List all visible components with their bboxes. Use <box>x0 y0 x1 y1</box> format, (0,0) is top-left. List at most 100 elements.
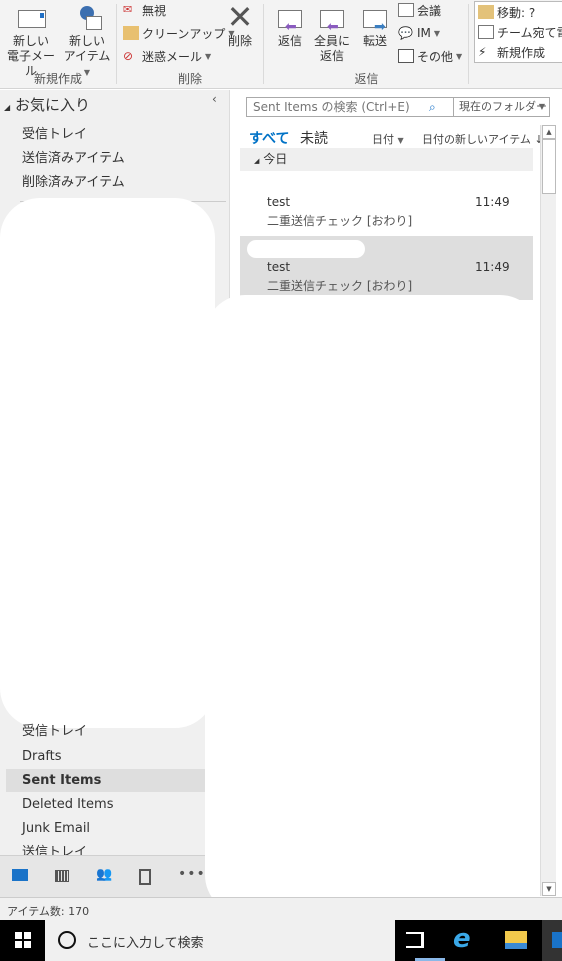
quick-step-team-label: チーム宛て電子 <box>497 25 562 40</box>
redacted-area <box>0 198 215 728</box>
quick-step-team[interactable]: チーム宛て電子 <box>478 23 562 41</box>
message-subject: test <box>267 260 291 274</box>
favorites-header[interactable]: ◢ お気に入り <box>4 94 90 115</box>
message-item-selected[interactable]: test 11:49 二重送信チェック [おわり] <box>240 236 533 300</box>
favorites-title: お気に入り <box>14 96 90 114</box>
more-respond-button[interactable]: その他 ▼ <box>398 47 462 65</box>
navigation-bar: 👥 ••• <box>0 855 230 897</box>
collapse-triangle-icon: ◢ <box>254 157 260 165</box>
folder-pane: ◢ お気に入り ‹ 受信トレイ 送信済みアイテム 削除済みアイテム 受信トレイ … <box>0 90 230 897</box>
sort-by-dropdown[interactable]: 日付 ▼ <box>372 131 404 147</box>
forward-label: 転送 <box>362 34 387 48</box>
filter-unread[interactable]: 未読 <box>300 128 328 148</box>
tasks-icon[interactable] <box>139 869 151 885</box>
message-list-scrollbar[interactable]: ▲ ▼ <box>540 125 556 896</box>
search-scope-label: 現在のフォルダー <box>459 100 547 113</box>
more-icon <box>398 49 414 63</box>
folder-outbox[interactable]: 送信トレイ <box>6 841 208 855</box>
im-label: IM <box>417 26 431 40</box>
group-label-new: 新規作成 <box>33 72 82 86</box>
folder-deleted-items[interactable]: Deleted Items <box>6 793 208 816</box>
reply-all-button[interactable]: ⬅ 全員に 返信 <box>311 4 353 64</box>
quick-step-new-label: 新規作成 <box>497 45 546 60</box>
envelope-icon <box>16 4 46 32</box>
file-explorer-icon[interactable] <box>505 931 527 949</box>
chevron-down-icon: ▼ <box>397 136 404 145</box>
new-items-label-2: アイテム <box>63 49 111 63</box>
message-time: 11:49 <box>475 260 510 274</box>
folder-sent-items[interactable]: Sent Items <box>6 769 208 792</box>
search-icon[interactable]: ⌕ <box>429 98 453 116</box>
forward-icon: ➡ <box>360 4 390 34</box>
mail-icon[interactable] <box>12 869 28 881</box>
ignore-button[interactable]: ✉ 無視 <box>123 1 166 19</box>
junk-label: 迷惑メール <box>142 49 203 64</box>
redacted-sender <box>247 240 365 258</box>
more-label: その他 <box>417 49 454 64</box>
group-header-today[interactable]: ◢ 今日 <box>240 148 533 171</box>
item-count: アイテム数: 170 <box>7 905 90 918</box>
cleanup-icon <box>123 26 139 40</box>
scroll-down-icon[interactable]: ▼ <box>542 882 556 896</box>
favorite-sent[interactable]: 送信済みアイテム <box>22 147 125 166</box>
search-input[interactable] <box>247 98 429 116</box>
search-scope-dropdown[interactable]: 現在のフォルダー ▼ <box>453 98 549 116</box>
cleanup-label: クリーンアップ <box>142 26 226 41</box>
meeting-button[interactable]: 会議 <box>398 1 441 19</box>
meeting-icon <box>398 3 414 17</box>
more-apps-icon[interactable]: ••• <box>178 866 208 882</box>
email-icon <box>478 25 494 39</box>
junk-button[interactable]: ⊘ 迷惑メール ▼ <box>123 47 211 65</box>
favorite-inbox[interactable]: 受信トレイ <box>22 123 87 142</box>
folder-inbox[interactable]: 受信トレイ <box>6 720 208 743</box>
redacted-area <box>205 295 540 915</box>
meeting-label: 会議 <box>417 3 442 18</box>
delete-label: 削除 <box>227 34 252 48</box>
ignore-label: 無視 <box>142 3 167 18</box>
chevron-down-icon: ▼ <box>433 28 441 38</box>
status-bar: アイテム数: 170 <box>0 897 562 920</box>
cortana-icon <box>58 931 76 949</box>
calendar-icon[interactable] <box>55 870 69 882</box>
new-items-icon <box>72 4 102 32</box>
quick-step-new[interactable]: ⚡ 新規作成 <box>478 43 545 61</box>
quick-steps-gallery: 移動: ? チーム宛て電子 ⚡ 新規作成 <box>474 1 562 63</box>
reply-button[interactable]: ⬅ 返信 <box>270 4 310 49</box>
new-email-button[interactable]: 新しい 電子メール <box>6 4 56 79</box>
forward-button[interactable]: ➡ 転送 <box>355 4 395 49</box>
lightning-icon: ⚡ <box>478 45 487 59</box>
people-icon[interactable]: 👥 <box>96 867 116 883</box>
folder-junk-email[interactable]: Junk Email <box>6 817 208 840</box>
outlook-taskbar-button[interactable] <box>542 920 562 961</box>
windows-start-icon[interactable] <box>15 932 31 948</box>
internet-explorer-icon[interactable]: e <box>453 925 471 953</box>
taskbar: ここに入力して検索 🎙 e <box>0 920 562 961</box>
message-item[interactable]: test 11:49 二重送信チェック [おわり] <box>240 171 533 236</box>
reply-all-label-1: 全員に <box>313 34 350 48</box>
scroll-up-icon[interactable]: ▲ <box>542 125 556 139</box>
quick-step-move-label: 移動: ? <box>497 5 536 20</box>
cleanup-button[interactable]: クリーンアップ ▼ <box>123 24 235 42</box>
folder-drafts[interactable]: Drafts <box>6 745 208 768</box>
new-items-button[interactable]: 新しい アイテム ▼ <box>60 4 114 80</box>
chevron-down-icon: ▼ <box>456 51 463 61</box>
reply-all-icon: ⬅ <box>317 4 347 34</box>
im-icon: 💬 <box>398 26 413 40</box>
new-email-label-1: 新しい <box>12 34 49 48</box>
favorite-deleted[interactable]: 削除済みアイテム <box>22 171 125 190</box>
message-preview: 二重送信チェック [おわり] <box>267 214 413 228</box>
message-subject: test <box>267 195 291 209</box>
taskbar-search-box[interactable]: ここに入力して検索 🎙 <box>45 920 383 961</box>
scrollbar-thumb[interactable] <box>542 139 556 194</box>
filter-all[interactable]: すべて <box>249 128 289 148</box>
quick-step-move[interactable]: 移動: ? <box>478 3 535 21</box>
chevron-down-icon: ▼ <box>538 102 545 111</box>
collapse-pane-icon[interactable]: ‹ <box>212 92 217 106</box>
junk-icon: ⊘ <box>123 49 134 63</box>
im-button[interactable]: 💬 IM ▼ <box>398 24 440 42</box>
sort-order-toggle[interactable]: 日付の新しいアイテム ↓ <box>422 131 544 147</box>
message-time: 11:49 <box>475 195 510 209</box>
task-view-icon[interactable] <box>406 932 424 948</box>
delete-button[interactable]: ✕ 削除 <box>220 0 260 49</box>
delete-x-icon: ✕ <box>226 0 254 36</box>
